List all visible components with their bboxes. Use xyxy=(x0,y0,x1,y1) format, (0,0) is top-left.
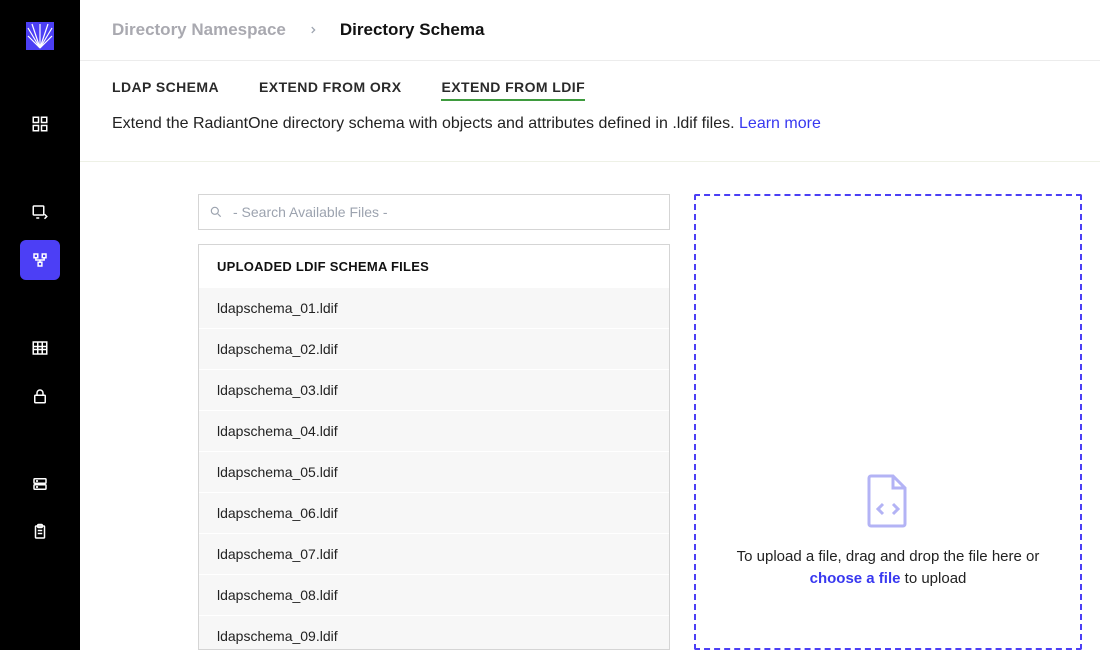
tab-extend-ldif[interactable]: EXTEND FROM LDIF xyxy=(441,79,585,101)
chevron-right-icon xyxy=(308,22,318,38)
file-list-header: UPLOADED LDIF SCHEMA FILES xyxy=(199,245,669,288)
file-list-panel: UPLOADED LDIF SCHEMA FILES ldapschema_01… xyxy=(198,244,670,650)
dropzone-suffix: to upload xyxy=(905,570,967,587)
tab-ldap-schema[interactable]: LDAP SCHEMA xyxy=(112,79,219,101)
file-row[interactable]: ldapschema_03.ldif xyxy=(199,370,669,411)
dashboard-icon xyxy=(31,115,49,133)
dropzone[interactable]: To upload a file, drag and drop the file… xyxy=(694,194,1082,650)
nav-group-3 xyxy=(0,324,80,420)
choose-file-link[interactable]: choose a file xyxy=(810,570,901,587)
nav-storage[interactable] xyxy=(20,464,60,504)
main-panel: Directory Namespace Directory Schema LDA… xyxy=(80,0,1100,650)
dropzone-text: To upload a file, drag and drop the file… xyxy=(716,546,1060,591)
file-code-icon xyxy=(865,474,911,528)
nav-server-code[interactable] xyxy=(20,192,60,232)
content-area: UPLOADED LDIF SCHEMA FILES ldapschema_01… xyxy=(80,162,1100,650)
nav-table[interactable] xyxy=(20,328,60,368)
file-row[interactable]: ldapschema_04.ldif xyxy=(199,411,669,452)
breadcrumb: Directory Namespace Directory Schema xyxy=(80,0,1100,60)
lock-icon xyxy=(31,387,49,405)
app-logo[interactable] xyxy=(26,22,54,50)
nav-group-4 xyxy=(0,460,80,556)
file-list-body[interactable]: ldapschema_01.ldif ldapschema_02.ldif ld… xyxy=(199,288,669,649)
file-row[interactable]: ldapschema_07.ldif xyxy=(199,534,669,575)
tab-extend-orx[interactable]: EXTEND FROM ORX xyxy=(259,79,401,101)
hierarchy-icon xyxy=(31,251,49,269)
nav-group-2 xyxy=(0,188,80,284)
breadcrumb-current: Directory Schema xyxy=(340,20,485,40)
table-icon xyxy=(31,339,49,357)
storage-icon xyxy=(31,475,49,493)
breadcrumb-parent[interactable]: Directory Namespace xyxy=(112,20,286,40)
file-row[interactable]: ldapschema_06.ldif xyxy=(199,493,669,534)
file-row[interactable]: ldapschema_08.ldif xyxy=(199,575,669,616)
file-row[interactable]: ldapschema_09.ldif xyxy=(199,616,669,649)
upload-panel: To upload a file, drag and drop the file… xyxy=(694,194,1082,650)
nav-clipboard[interactable] xyxy=(20,512,60,552)
nav-group-1 xyxy=(0,100,80,148)
server-code-icon xyxy=(31,203,49,221)
nav-hierarchy[interactable] xyxy=(20,240,60,280)
file-row[interactable]: ldapschema_05.ldif xyxy=(199,452,669,493)
description-text: Extend the RadiantOne directory schema w… xyxy=(112,115,739,132)
file-row[interactable]: ldapschema_01.ldif xyxy=(199,288,669,329)
learn-more-link[interactable]: Learn more xyxy=(739,115,821,132)
clipboard-icon xyxy=(31,523,49,541)
dropzone-prefix: To upload a file, drag and drop the file… xyxy=(737,548,1040,565)
file-row[interactable]: ldapschema_02.ldif xyxy=(199,329,669,370)
app-sidebar xyxy=(0,0,80,650)
search-icon xyxy=(209,205,223,219)
nav-dashboard[interactable] xyxy=(20,104,60,144)
tab-description: Extend the RadiantOne directory schema w… xyxy=(80,115,1100,161)
tab-bar: LDAP SCHEMA EXTEND FROM ORX EXTEND FROM … xyxy=(112,61,1068,115)
search-input[interactable] xyxy=(233,204,659,220)
search-box[interactable] xyxy=(198,194,670,230)
nav-lock[interactable] xyxy=(20,376,60,416)
file-panel: UPLOADED LDIF SCHEMA FILES ldapschema_01… xyxy=(198,194,670,650)
